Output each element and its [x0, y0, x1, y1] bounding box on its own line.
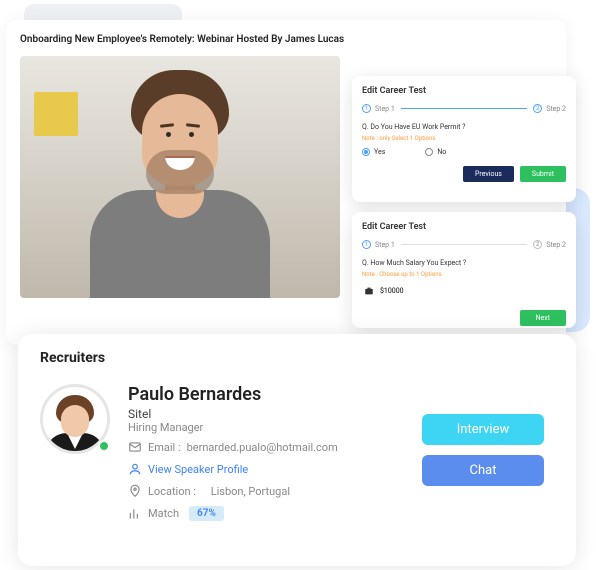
career-test-card-1: Edit Career Test 1Step 1 2Step 2 Q. Do Y… — [352, 76, 576, 202]
webinar-panel: Onboarding New Employee's Remotely: Webi… — [6, 20, 566, 345]
view-profile-label: View Speaker Profile — [148, 463, 248, 476]
recruiters-heading: Recruiters — [40, 350, 554, 366]
recruiter-company: Sitel — [128, 407, 404, 421]
previous-button[interactable]: Previous — [463, 166, 514, 182]
submit-button[interactable]: Submit — [520, 166, 566, 182]
note-text: Note : only Select 1 Options — [362, 135, 566, 142]
location-line: Location : Lisbon, Portugal — [128, 484, 404, 498]
note-text: Note : Choose up to 1 Options — [362, 271, 566, 278]
step-connector — [401, 244, 527, 245]
radio-no-label: No — [437, 148, 446, 156]
next-button[interactable]: Next — [520, 310, 566, 326]
match-badge: 67% — [189, 506, 224, 521]
step-1[interactable]: 1Step 1 — [362, 104, 395, 113]
step-2[interactable]: 2Step 2 — [533, 240, 566, 249]
recruiters-card: Recruiters Paulo Bernardes Sitel Hiring … — [18, 334, 576, 566]
radio-dot-icon — [425, 148, 433, 156]
profile-info: Paulo Bernardes Sitel Hiring Manager Ema… — [128, 384, 404, 529]
career-test-card-2: Edit Career Test 1Step 1 2Step 2 Q. How … — [352, 212, 576, 328]
salary-input-row[interactable]: $10000 — [362, 284, 566, 298]
radio-yes[interactable]: Yes — [362, 148, 385, 156]
webinar-video[interactable] — [20, 56, 340, 298]
step-1-label: Step 1 — [375, 105, 395, 113]
stepper: 1Step 1 2Step 2 — [362, 240, 566, 249]
step-1[interactable]: 1Step 1 — [362, 240, 395, 249]
card-title: Edit Career Test — [362, 86, 566, 96]
question-text: Q. Do You Have EU Work Permit ? — [362, 123, 566, 131]
briefcase-icon — [362, 284, 376, 298]
location-label: Location : — [148, 485, 196, 498]
view-profile-link[interactable]: View Speaker Profile — [128, 462, 404, 476]
email-label: Email : — [148, 441, 181, 454]
question-text: Q. How Much Salary You Expect ? — [362, 259, 566, 267]
speaker-avatar — [90, 70, 270, 298]
salary-value: $10000 — [380, 287, 404, 295]
radio-dot-icon — [362, 148, 370, 156]
chat-button[interactable]: Chat — [422, 455, 544, 486]
radio-no[interactable]: No — [425, 148, 446, 156]
step-1-label: Step 1 — [375, 241, 395, 249]
radio-yes-label: Yes — [374, 148, 385, 156]
interview-button[interactable]: Interview — [422, 414, 544, 445]
email-icon — [128, 440, 142, 454]
radio-group: Yes No — [362, 148, 566, 156]
chart-icon — [128, 507, 142, 521]
step-2-label: Step 2 — [546, 105, 566, 113]
recruiter-profile: Paulo Bernardes Sitel Hiring Manager Ema… — [40, 384, 554, 529]
email-line: Email : bernarded.pualo@hotmail.com — [128, 440, 404, 454]
background-prop — [34, 92, 78, 136]
match-label: Match — [148, 507, 179, 520]
location-icon — [128, 484, 142, 498]
status-online-icon — [98, 440, 110, 452]
recruiter-name: Paulo Bernardes — [128, 384, 404, 405]
recruiter-role: Hiring Manager — [128, 421, 404, 434]
webinar-title: Onboarding New Employee's Remotely: Webi… — [20, 34, 344, 45]
step-2[interactable]: 2Step 2 — [533, 104, 566, 113]
card-title: Edit Career Test — [362, 222, 566, 232]
action-buttons: Interview Chat — [422, 384, 554, 486]
user-icon — [128, 462, 142, 476]
email-value: bernarded.pualo@hotmail.com — [187, 441, 338, 454]
location-value: Lisbon, Portugal — [211, 485, 290, 498]
step-2-label: Step 2 — [546, 241, 566, 249]
step-connector — [401, 108, 527, 109]
avatar-wrap — [40, 384, 110, 454]
match-line: Match 67% — [128, 506, 404, 521]
stepper: 1Step 1 2Step 2 — [362, 104, 566, 113]
